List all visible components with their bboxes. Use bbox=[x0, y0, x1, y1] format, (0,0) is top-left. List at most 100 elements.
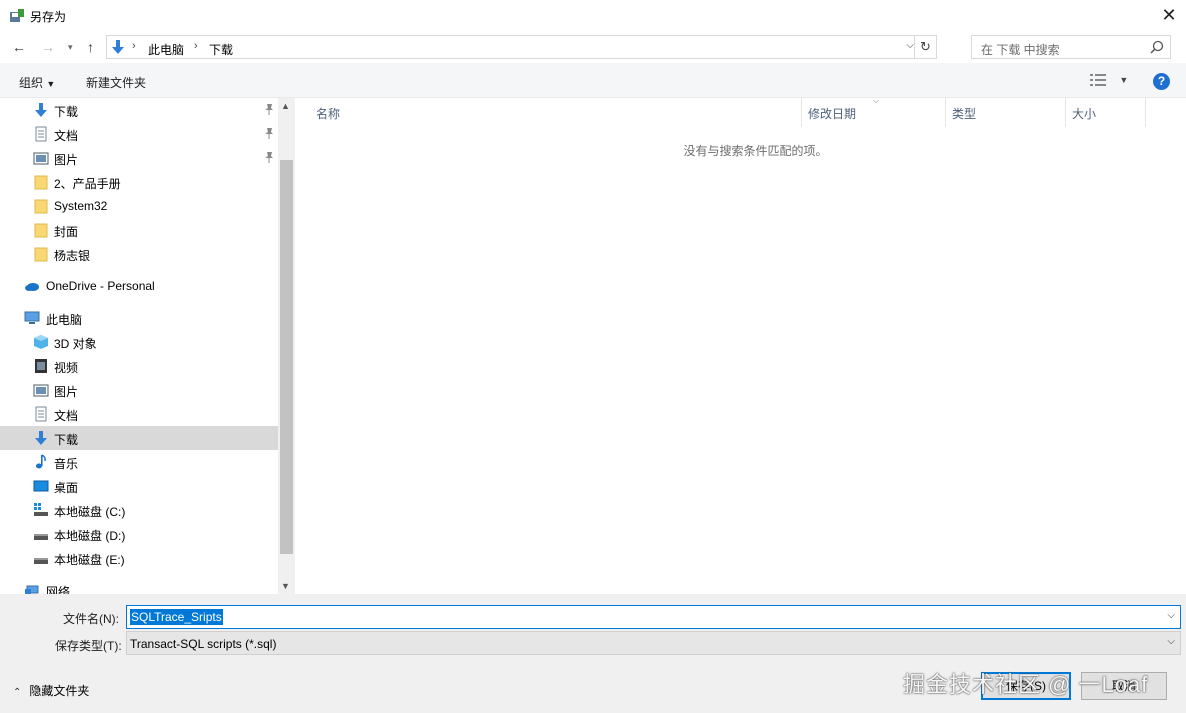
nav-item-folder[interactable]: 2、产品手册 bbox=[0, 170, 278, 194]
up-button[interactable]: ↑ bbox=[87, 39, 94, 55]
nav-item-this-pc[interactable]: 此电脑 bbox=[0, 306, 278, 330]
arrow-up-icon: ↑ bbox=[87, 39, 94, 55]
filename-field[interactable]: SQLTrace_Sripts ⌵ bbox=[126, 605, 1181, 629]
music-icon bbox=[36, 454, 46, 469]
nav-item-label: 视频 bbox=[54, 361, 79, 375]
address-box[interactable]: › 此电脑 › 下载 ⌵ ↻ bbox=[106, 35, 937, 59]
caret-down-icon: ▼ bbox=[1119, 75, 1129, 85]
nav-item-label: 本地磁盘 (E:) bbox=[54, 553, 125, 567]
recent-locations-button[interactable]: ▾ bbox=[68, 42, 73, 53]
column-header-label: 修改日期 bbox=[808, 107, 857, 121]
download-icon bbox=[35, 103, 47, 117]
nav-item-folder[interactable]: 封面 bbox=[0, 218, 278, 242]
refresh-icon: ↻ bbox=[920, 39, 931, 54]
breadcrumb-separator-icon: › bbox=[194, 40, 198, 52]
nav-item-label: System32 bbox=[54, 199, 108, 213]
nav-item-quick-pictures[interactable]: 图片 bbox=[0, 146, 278, 170]
pin-icon bbox=[265, 104, 273, 115]
column-header-modified[interactable]: ⌵ 修改日期 bbox=[802, 96, 946, 127]
video-icon bbox=[35, 359, 47, 373]
desktop-icon bbox=[33, 480, 49, 492]
column-header-type[interactable]: 类型 bbox=[946, 98, 1066, 127]
drive-icon bbox=[34, 503, 48, 516]
back-button[interactable]: ← bbox=[12, 39, 26, 55]
chevron-down-icon: ⌵ bbox=[1167, 636, 1175, 647]
search-icon bbox=[1150, 40, 1164, 54]
nav-item-drive-d[interactable]: 本地磁盘 (D:) bbox=[0, 522, 278, 546]
refresh-button[interactable]: ↻ bbox=[914, 36, 936, 58]
nav-item-videos[interactable]: 视频 bbox=[0, 354, 278, 378]
filename-value: SQLTrace_Sripts bbox=[130, 609, 223, 625]
scrollbar-thumb[interactable] bbox=[280, 160, 293, 554]
pin-icon bbox=[265, 152, 273, 163]
nav-item-quick-documents[interactable]: 文档 bbox=[0, 122, 278, 146]
breadcrumb-downloads[interactable]: 下载 bbox=[209, 41, 233, 58]
onedrive-icon bbox=[25, 283, 39, 291]
nav-item-label: 本地磁盘 (D:) bbox=[54, 529, 126, 543]
nav-item-label: 杨志银 bbox=[54, 249, 91, 263]
navigation-pane: 下载 文档 图片 2、产品手册 System32 封面 杨志银 OneDrive… bbox=[0, 98, 295, 594]
nav-item-folder[interactable]: System32 bbox=[0, 194, 278, 218]
file-list-pane: 名称 ⌵ 修改日期 类型 大小 没有与搜索条件匹配的项。 bbox=[297, 96, 1186, 594]
breadcrumb-separator-icon: › bbox=[132, 40, 136, 52]
computer-icon bbox=[24, 311, 40, 324]
nav-item-desktop[interactable]: 桌面 bbox=[0, 474, 278, 498]
column-header-name[interactable]: 名称 bbox=[305, 98, 802, 127]
chevron-down-icon[interactable]: ⌵ bbox=[1167, 610, 1175, 621]
folder-icon bbox=[34, 247, 48, 262]
chevron-down-icon: ▾ bbox=[68, 42, 73, 52]
organize-button[interactable]: 组织 ▼ bbox=[19, 74, 55, 91]
title-bar: 另存为 ✕ bbox=[0, 0, 1186, 31]
close-icon: ✕ bbox=[1161, 5, 1177, 25]
nav-item-drive-e[interactable]: 本地磁盘 (E:) bbox=[0, 546, 278, 570]
download-icon bbox=[35, 431, 47, 445]
column-header-label: 类型 bbox=[952, 107, 977, 121]
nav-item-network[interactable]: 网络 bbox=[0, 578, 278, 594]
nav-item-quick-downloads[interactable]: 下载 bbox=[0, 98, 278, 122]
column-header-size[interactable]: 大小 bbox=[1066, 98, 1146, 127]
document-icon bbox=[35, 406, 47, 422]
nav-item-downloads[interactable]: 下载 bbox=[0, 426, 278, 450]
nav-item-label: OneDrive - Personal bbox=[46, 279, 155, 293]
nav-item-pictures[interactable]: 图片 bbox=[0, 378, 278, 402]
help-button[interactable]: ? bbox=[1153, 73, 1170, 90]
nav-item-onedrive[interactable]: OneDrive - Personal bbox=[0, 274, 278, 298]
scroll-down-icon[interactable]: ▼ bbox=[281, 581, 290, 591]
new-folder-button[interactable]: 新建文件夹 bbox=[86, 74, 146, 91]
network-icon bbox=[25, 585, 39, 594]
drive-icon bbox=[34, 558, 48, 564]
search-input[interactable]: 在 下载 中搜索 bbox=[971, 35, 1171, 59]
nav-item-documents[interactable]: 文档 bbox=[0, 402, 278, 426]
nav-scrollbar[interactable]: ▲ ▼ bbox=[278, 98, 295, 594]
close-button[interactable]: ✕ bbox=[1152, 0, 1186, 31]
nav-item-label: 网络 bbox=[46, 585, 71, 594]
3d-objects-icon bbox=[34, 335, 48, 349]
view-options-button[interactable]: ▼ bbox=[1090, 72, 1128, 86]
search-placeholder: 在 下载 中搜索 bbox=[981, 43, 1060, 57]
hide-folders-button[interactable]: ⌃ 隐藏文件夹 bbox=[13, 682, 89, 699]
organize-label: 组织 bbox=[19, 76, 44, 90]
save-as-icon bbox=[10, 9, 24, 22]
watermark: 掘金技术社区 @ 一Loaf bbox=[903, 672, 1149, 697]
details-view-icon bbox=[1090, 73, 1106, 86]
nav-item-label: 文档 bbox=[54, 409, 79, 423]
window-title: 另存为 bbox=[30, 10, 67, 24]
scroll-up-icon[interactable]: ▲ bbox=[281, 101, 290, 111]
pictures-icon bbox=[33, 384, 49, 397]
nav-item-label: 图片 bbox=[54, 385, 79, 399]
help-icon: ? bbox=[1157, 74, 1166, 88]
folder-icon bbox=[34, 199, 48, 214]
drive-icon bbox=[34, 534, 48, 540]
nav-item-drive-c[interactable]: 本地磁盘 (C:) bbox=[0, 498, 278, 522]
address-dropdown-icon[interactable]: ⌵ bbox=[906, 40, 914, 51]
forward-button[interactable]: → bbox=[41, 39, 55, 55]
nav-item-label: 音乐 bbox=[54, 457, 79, 471]
breadcrumb-this-pc[interactable]: 此电脑 bbox=[148, 41, 184, 58]
nav-item-label: 3D 对象 bbox=[54, 337, 97, 351]
filetype-select[interactable]: Transact-SQL scripts (*.sql) ⌵ bbox=[126, 631, 1181, 655]
nav-item-label: 下载 bbox=[54, 105, 79, 119]
arrow-right-icon: → bbox=[41, 39, 55, 55]
nav-item-music[interactable]: 音乐 bbox=[0, 450, 278, 474]
nav-item-3d-objects[interactable]: 3D 对象 bbox=[0, 330, 278, 354]
nav-item-folder[interactable]: 杨志银 bbox=[0, 242, 278, 266]
